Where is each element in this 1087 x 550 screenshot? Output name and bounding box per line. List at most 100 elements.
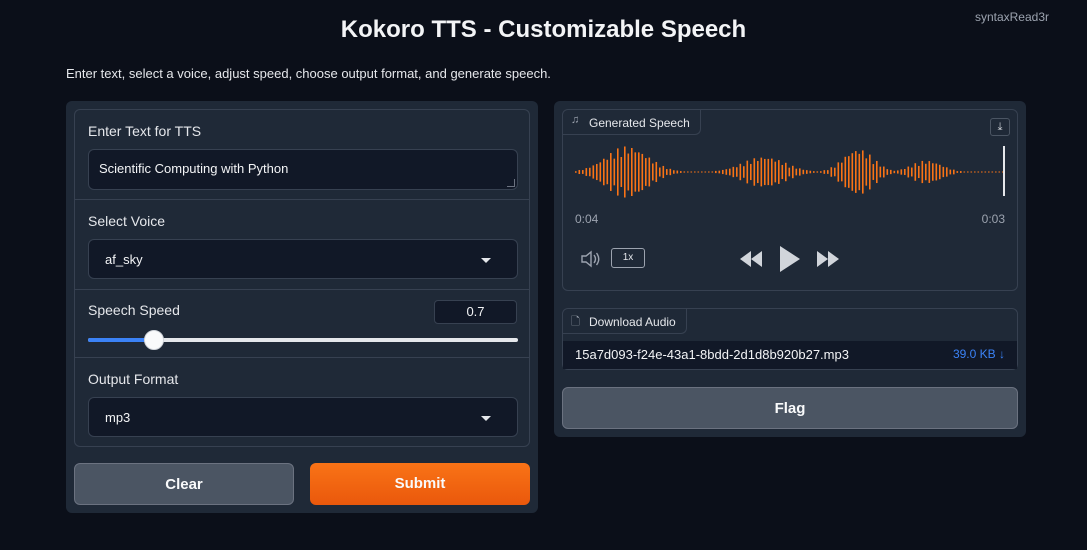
waveform-bar [911,167,913,177]
waveform-bar [991,171,994,173]
waveform-bar [851,153,854,191]
download-tab: 🗋 Download Audio [563,309,687,334]
play-icon[interactable] [779,246,801,272]
file-size[interactable]: 39.0 KB ↓ [953,347,1005,361]
waveform-bar [634,152,637,192]
volume-icon[interactable] [580,250,602,268]
submit-button[interactable]: Submit [310,463,530,505]
text-section: Enter Text for TTS Scientific Computing … [75,110,529,200]
waveform-bar [823,170,826,174]
waveform-bar [946,167,948,177]
waveform-bar [753,158,756,186]
speed-slider[interactable] [88,330,518,350]
audio-tab: ♫ Generated Speech [563,110,701,135]
waveform-bar [715,170,717,174]
waveform-bar [981,171,983,173]
playhead-cursor[interactable] [1003,146,1005,196]
waveform-bar [613,158,616,186]
waveform-bar [963,171,966,173]
waveform-bar [767,158,770,186]
waveform-bar [781,164,784,180]
waveform-bar [662,165,665,179]
waveform-bar [893,170,896,174]
clear-button[interactable]: Clear [74,463,294,505]
audio-player-panel: ♫ Generated Speech ⤓ 0:04 0:03 1x [562,109,1018,291]
waveform-bar [624,146,626,198]
waveform-bar [907,166,910,178]
waveform-bar [865,158,868,186]
voice-label: Select Voice [88,213,166,229]
speed-number-input[interactable]: 0.7 [434,300,517,324]
waveform-bar [914,163,917,181]
file-row[interactable]: 15a7d093-f24e-43a1-8bdd-2d1d8b920b27.mp3… [563,341,1017,369]
waveform-bar [592,165,595,179]
waveform-bar [669,168,672,176]
waveform-bar [855,151,857,193]
waveform-bar [932,163,934,181]
waveform-bar [967,171,969,173]
waveform-bar [820,171,822,173]
waveform-bar [659,167,661,177]
waveform-bar [603,158,605,186]
waveform-bar [757,160,759,184]
waveform-bar [834,167,836,177]
waveform-bar [725,169,728,175]
remaining-time: 0:03 [981,212,1005,226]
flag-button[interactable]: Flag [562,387,1018,429]
waveform-bar [589,167,591,177]
voice-dropdown[interactable]: af_sky [88,239,518,279]
waveform-bar [942,166,945,178]
waveform-bar [995,171,997,173]
music-note-icon: ♫ [571,114,580,126]
format-value: mp3 [105,410,131,425]
slider-thumb[interactable] [143,330,164,350]
waveform-bar [718,170,721,174]
output-column: ♫ Generated Speech ⤓ 0:04 0:03 1x 🗋 Down… [554,101,1026,437]
waveform-bar [813,171,815,173]
fast-forward-icon[interactable] [816,251,840,267]
waveform-bar [778,160,780,184]
waveform-bar [883,166,885,178]
resize-handle-icon[interactable] [507,179,515,187]
file-name-link[interactable]: 15a7d093-f24e-43a1-8bdd-2d1d8b920b27.mp3 [575,347,849,362]
waveform-bar [617,148,619,196]
waveform-bar [722,169,724,175]
waveform-bar [648,157,651,187]
playback-rate-button[interactable]: 1x [611,248,645,268]
waveform-bar [711,171,714,173]
waveform-bar [900,169,903,175]
waveform-bar [795,168,798,176]
waveform-bar [652,163,654,181]
waveform-bar [879,166,882,178]
waveform-bar [655,161,658,183]
waveform-bar [949,169,952,175]
waveform-bar [970,171,973,173]
rewind-icon[interactable] [739,251,763,267]
format-section: Output Format mp3 [75,358,529,446]
waveform-bar [799,168,801,176]
waveform-bar [816,171,819,173]
input-form: Enter Text for TTS Scientific Computing … [74,109,530,447]
waveform-bar [904,169,906,175]
waveform-bar [732,166,735,178]
tts-text-input[interactable]: Scientific Computing with Python [88,149,518,190]
waveform-bar [921,160,924,184]
waveform-bar [596,163,598,181]
waveform-bar [872,164,875,180]
format-dropdown[interactable]: mp3 [88,397,518,437]
waveform-bar [827,170,829,174]
download-icon[interactable]: ⤓ [990,118,1010,136]
waveform-bar [988,171,990,173]
chevron-down-icon [481,258,491,263]
waveform-bar [683,171,686,173]
waveform-bar [956,171,959,173]
waveform[interactable] [563,144,1017,204]
format-label: Output Format [88,371,179,387]
waveform-bar [701,171,703,173]
download-panel: 🗋 Download Audio 15a7d093-f24e-43a1-8bdd… [562,308,1018,370]
waveform-bar [694,171,696,173]
page-title: Kokoro TTS - Customizable Speech [340,16,747,43]
waveform-bar [641,153,644,191]
waveform-bar [974,171,976,173]
waveform-bar [599,162,602,182]
